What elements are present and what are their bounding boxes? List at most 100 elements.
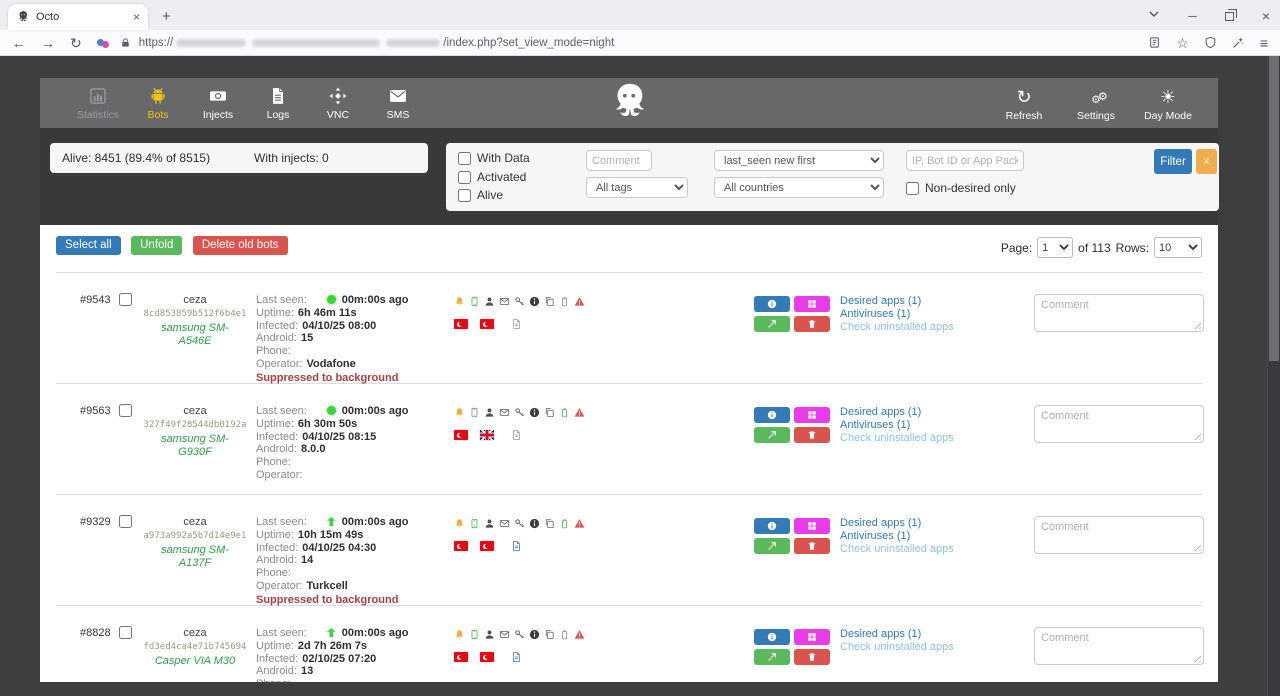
nav-sms[interactable]: SMS (374, 86, 422, 121)
device-screen-icon[interactable] (469, 518, 480, 529)
bot-delete-button[interactable] (794, 538, 830, 554)
bot-select-checkbox[interactable] (119, 293, 132, 306)
cleanup-wand-icon[interactable] (1232, 36, 1245, 49)
menu-icon[interactable]: ≡ (1260, 36, 1268, 50)
info-circle-icon[interactable] (529, 629, 540, 640)
tab-close-icon[interactable]: × (133, 10, 140, 24)
user-icon[interactable] (484, 629, 495, 640)
device-screen-icon[interactable] (469, 407, 480, 418)
device-screen-icon[interactable] (469, 629, 480, 640)
keylogger-icon[interactable] (514, 296, 525, 307)
sms-icon[interactable] (499, 296, 510, 307)
reload-icon[interactable]: ↻ (70, 36, 82, 50)
bot-info-button[interactable] (754, 296, 790, 312)
non-desired-checkbox[interactable]: Non-desired only (906, 181, 1016, 195)
settings-button[interactable]: ⚙⚙ Settings (1068, 84, 1124, 122)
page-select[interactable]: 1 (1037, 237, 1073, 258)
bot-delete-button[interactable] (794, 649, 830, 665)
bot-open-button[interactable] (754, 316, 790, 332)
info-circle-icon[interactable] (529, 518, 540, 529)
check-uninstalled-apps-link[interactable]: Check uninstalled apps (840, 543, 1030, 556)
bot-open-button[interactable] (754, 649, 790, 665)
bot-open-button[interactable] (754, 427, 790, 443)
tab-search-chevron-icon[interactable] (1148, 7, 1160, 25)
keylogger-icon[interactable] (514, 518, 525, 529)
warning-triangle-icon[interactable] (574, 518, 585, 529)
bot-comment-input[interactable] (1034, 627, 1204, 665)
bot-comment-input[interactable] (1034, 516, 1204, 554)
user-icon[interactable] (484, 296, 495, 307)
back-icon[interactable]: ← (12, 36, 26, 50)
nav-bots[interactable]: Bots (134, 86, 182, 121)
rows-select[interactable]: 10 (1154, 237, 1202, 258)
report-document-icon[interactable] (511, 651, 522, 663)
day-mode-button[interactable]: ☀ Day Mode (1140, 84, 1196, 122)
address-bar[interactable]: https:// /index.php?set_view_mode=night (139, 37, 1135, 49)
bot-delete-button[interactable] (794, 427, 830, 443)
info-circle-icon[interactable] (529, 407, 540, 418)
unfold-button[interactable]: Unfold (131, 236, 182, 255)
warning-triangle-icon[interactable] (574, 407, 585, 418)
warning-triangle-icon[interactable] (574, 629, 585, 640)
check-uninstalled-apps-link[interactable]: Check uninstalled apps (840, 641, 1030, 654)
keylogger-icon[interactable] (514, 629, 525, 640)
bot-select-checkbox[interactable] (119, 404, 132, 417)
check-uninstalled-apps-link[interactable]: Check uninstalled apps (840, 432, 1030, 445)
user-icon[interactable] (484, 518, 495, 529)
warning-triangle-icon[interactable] (574, 296, 585, 307)
sms-icon[interactable] (499, 629, 510, 640)
antiviruses-link[interactable]: Antiviruses (1) (840, 419, 1030, 432)
bot-apps-button[interactable] (794, 629, 830, 645)
comment-filter-input[interactable] (586, 150, 652, 171)
check-uninstalled-apps-link[interactable]: Check uninstalled apps (840, 321, 1030, 334)
device-screen-icon[interactable] (469, 296, 480, 307)
notification-bell-icon[interactable] (454, 407, 465, 418)
copy-icon[interactable] (544, 407, 555, 418)
tags-select[interactable]: All tags (586, 177, 688, 198)
sort-select[interactable]: last_seen new first (714, 150, 884, 171)
antiviruses-link[interactable]: Antiviruses (1) (840, 530, 1030, 543)
copy-icon[interactable] (544, 296, 555, 307)
filter-button[interactable]: Filter (1154, 149, 1192, 174)
bot-info-button[interactable] (754, 518, 790, 534)
minimize-icon[interactable]: ─ (1188, 11, 1197, 21)
nav-vnc[interactable]: VNC (314, 86, 362, 121)
bot-apps-button[interactable] (794, 407, 830, 423)
alive-checkbox[interactable]: Alive (458, 188, 503, 202)
info-circle-icon[interactable] (529, 296, 540, 307)
forward-icon[interactable]: → (41, 36, 55, 50)
bot-open-button[interactable] (754, 538, 790, 554)
desired-apps-link[interactable]: Desired apps (1) (840, 406, 1030, 419)
battery-icon[interactable] (559, 518, 570, 529)
with-data-checkbox[interactable]: With Data (458, 151, 530, 165)
keylogger-icon[interactable] (514, 407, 525, 418)
desired-apps-link[interactable]: Desired apps (1) (840, 295, 1030, 308)
bot-apps-button[interactable] (794, 296, 830, 312)
bot-select-checkbox[interactable] (119, 515, 132, 528)
nav-logs[interactable]: Logs (254, 86, 302, 121)
clear-filter-button[interactable]: x (1196, 149, 1217, 174)
sms-icon[interactable] (499, 518, 510, 529)
bot-delete-button[interactable] (794, 316, 830, 332)
close-icon[interactable]: × (1262, 11, 1270, 21)
nav-injects[interactable]: Injects (194, 86, 242, 121)
scrollbar-thumb[interactable] (1269, 56, 1279, 361)
shield-icon[interactable] (1204, 36, 1217, 49)
activated-checkbox[interactable]: Activated (458, 170, 526, 184)
report-document-icon[interactable] (511, 540, 522, 552)
battery-icon[interactable] (559, 296, 570, 307)
reading-list-icon[interactable] (1148, 36, 1161, 49)
site-permissions-icon[interactable] (97, 38, 110, 48)
desired-apps-link[interactable]: Desired apps (1) (840, 517, 1030, 530)
browser-tab[interactable]: Octo × (8, 4, 148, 30)
new-tab-button[interactable]: + (162, 8, 171, 25)
bot-comment-input[interactable] (1034, 405, 1204, 443)
bot-comment-input[interactable] (1034, 294, 1204, 332)
copy-icon[interactable] (544, 629, 555, 640)
bot-info-button[interactable] (754, 629, 790, 645)
desired-apps-link[interactable]: Desired apps (1) (840, 628, 1030, 641)
report-document-icon[interactable] (511, 318, 522, 330)
battery-icon[interactable] (559, 407, 570, 418)
refresh-button[interactable]: ↻ Refresh (996, 84, 1052, 122)
notification-bell-icon[interactable] (454, 518, 465, 529)
